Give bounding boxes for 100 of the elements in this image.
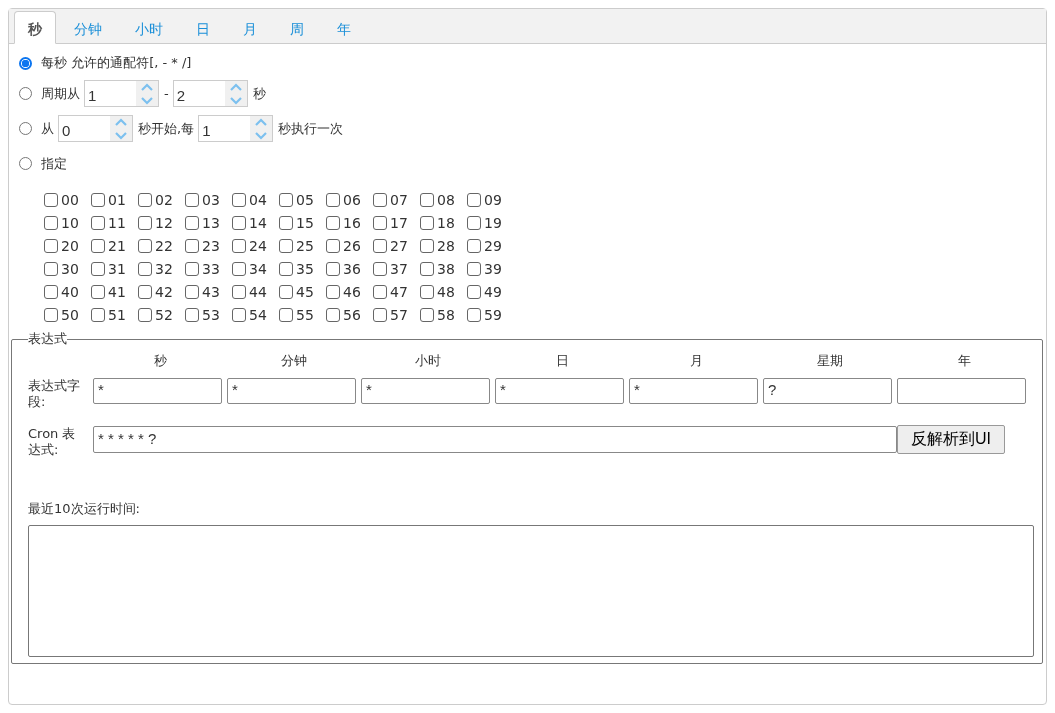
checkbox[interactable] [44, 307, 58, 322]
checkbox[interactable] [185, 238, 199, 253]
checkbox[interactable] [326, 192, 340, 207]
checkbox[interactable] [420, 192, 434, 207]
checkbox[interactable] [44, 284, 58, 299]
checkbox[interactable] [44, 192, 58, 207]
checkbox[interactable] [373, 192, 387, 207]
checkbox[interactable] [279, 261, 293, 276]
checkbox[interactable] [279, 215, 293, 230]
checkbox[interactable] [232, 215, 246, 230]
checkbox-label: 01 [108, 191, 126, 208]
checkbox-label: 24 [249, 237, 267, 254]
checkbox-label: 27 [390, 237, 408, 254]
checkbox[interactable] [467, 284, 481, 299]
checkbox[interactable] [326, 261, 340, 276]
number-field[interactable]: 1 [198, 115, 274, 142]
checkbox[interactable] [185, 307, 199, 322]
checkbox[interactable] [373, 215, 387, 230]
checkbox[interactable] [138, 238, 152, 253]
checkbox[interactable] [373, 284, 387, 299]
checkbox[interactable] [279, 192, 293, 207]
checkbox[interactable] [467, 192, 481, 207]
checkbox[interactable] [138, 192, 152, 207]
checkbox-label: 20 [61, 237, 79, 254]
text-field[interactable]: * [495, 378, 624, 404]
checkbox[interactable] [373, 238, 387, 253]
checkbox[interactable] [373, 261, 387, 276]
checkbox[interactable] [91, 261, 105, 276]
checkbox[interactable] [91, 192, 105, 207]
text-field[interactable]: * [93, 378, 222, 404]
checkbox[interactable] [44, 238, 58, 253]
checkbox[interactable] [138, 261, 152, 276]
checkbox[interactable] [91, 284, 105, 299]
checkbox[interactable] [232, 192, 246, 207]
checkbox[interactable] [326, 307, 340, 322]
checkbox-label: 30 [61, 260, 79, 277]
checkbox[interactable] [138, 215, 152, 230]
checkbox[interactable] [44, 261, 58, 276]
radio-button[interactable] [19, 56, 32, 70]
tab[interactable]: 秒 [14, 11, 56, 44]
checkbox-label: 38 [437, 260, 455, 277]
checkbox[interactable] [185, 284, 199, 299]
checkbox[interactable] [420, 238, 434, 253]
checkbox[interactable] [279, 238, 293, 253]
option-label: 每秒 允许的通配符[, - * /] [41, 54, 192, 72]
checkbox-label: 47 [390, 283, 408, 300]
checkbox-label: 16 [343, 214, 361, 231]
checkbox[interactable] [373, 307, 387, 322]
checkbox[interactable] [91, 307, 105, 322]
checkbox[interactable] [467, 238, 481, 253]
checkbox-label: 45 [296, 283, 314, 300]
checkbox[interactable] [185, 192, 199, 207]
checkbox[interactable] [138, 307, 152, 322]
checkbox[interactable] [467, 307, 481, 322]
checkbox[interactable] [44, 215, 58, 230]
checkbox[interactable] [279, 307, 293, 322]
column-header: 年 [956, 352, 972, 370]
checkbox[interactable] [467, 261, 481, 276]
checkbox[interactable] [420, 307, 434, 322]
checkbox[interactable] [326, 215, 340, 230]
checkbox-label: 35 [296, 260, 314, 277]
cron-field[interactable]: * * * * * ? [93, 426, 897, 453]
parse-button[interactable]: 反解析到UI [897, 425, 1005, 454]
number-field[interactable]: 1 [84, 80, 159, 107]
checkbox[interactable] [420, 261, 434, 276]
option-label: 周期从 [41, 84, 80, 103]
checkbox[interactable] [232, 307, 246, 322]
checkbox-label: 22 [155, 237, 173, 254]
text-field[interactable]: * [361, 378, 490, 404]
checkbox-label: 59 [484, 306, 502, 323]
number-field[interactable]: 0 [58, 115, 133, 142]
group-legend: 表达式 [28, 330, 67, 348]
checkbox[interactable] [420, 215, 434, 230]
row-label: Cron 表达式: [28, 426, 77, 458]
checkbox[interactable] [467, 215, 481, 230]
text-field[interactable]: * [227, 378, 356, 404]
checkbox[interactable] [91, 238, 105, 253]
checkbox-label: 39 [484, 260, 502, 277]
text-field[interactable]: ? [763, 378, 892, 404]
checkbox-label: 25 [296, 237, 314, 254]
text-field[interactable]: * [629, 378, 758, 404]
checkbox[interactable] [420, 284, 434, 299]
checkbox-label: 00 [61, 191, 79, 208]
checkbox[interactable] [185, 215, 199, 230]
checkbox[interactable] [326, 284, 340, 299]
checkbox[interactable] [232, 238, 246, 253]
checkbox[interactable] [326, 238, 340, 253]
checkbox[interactable] [279, 284, 293, 299]
checkbox[interactable] [232, 284, 246, 299]
checkbox-label: 58 [437, 306, 455, 323]
checkbox-label: 36 [343, 260, 361, 277]
checkbox-label: 41 [108, 283, 126, 300]
number-field[interactable]: 2 [172, 80, 248, 107]
checkbox[interactable] [138, 284, 152, 299]
text-field[interactable] [897, 378, 1026, 404]
checkbox[interactable] [185, 261, 199, 276]
checkbox-label: 54 [249, 306, 267, 323]
checkbox[interactable] [91, 215, 105, 230]
checkbox-label: 14 [249, 214, 267, 231]
checkbox[interactable] [232, 261, 246, 276]
